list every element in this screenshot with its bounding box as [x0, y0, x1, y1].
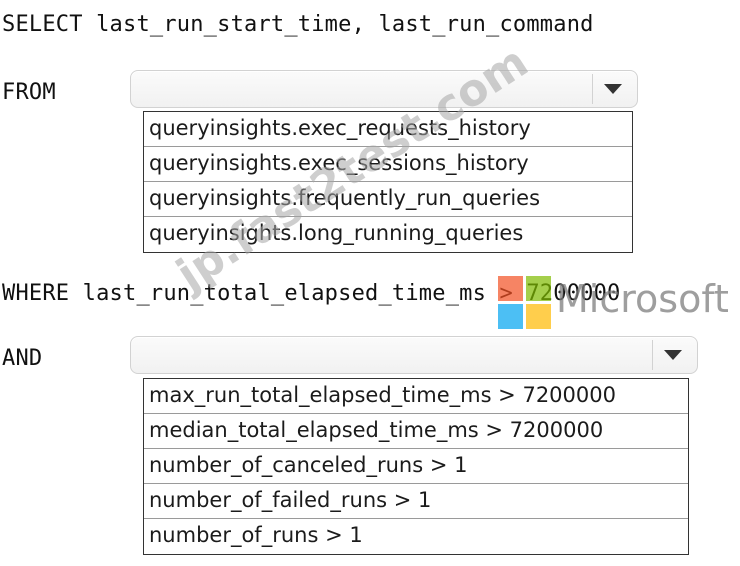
logo-square-blue [498, 304, 523, 329]
select-clause: SELECT last_run_start_time, last_run_com… [2, 12, 594, 37]
from-option-frequently-run-queries[interactable]: queryinsights.frequently_run_queries [144, 182, 632, 217]
and-dropdown-toggle[interactable] [652, 340, 693, 370]
from-option-exec-requests-history[interactable]: queryinsights.exec_requests_history [144, 112, 632, 147]
and-option-median-total-elapsed[interactable]: median_total_elapsed_time_ms > 7200000 [144, 414, 688, 449]
and-option-max-run-total-elapsed[interactable]: max_run_total_elapsed_time_ms > 7200000 [144, 379, 688, 414]
from-label: FROM [2, 80, 56, 105]
chevron-down-icon [664, 350, 682, 360]
chevron-down-icon [604, 84, 622, 94]
and-dropdown[interactable] [130, 336, 698, 374]
from-option-exec-sessions-history[interactable]: queryinsights.exec_sessions_history [144, 147, 632, 182]
from-options-list: queryinsights.exec_requests_history quer… [143, 111, 633, 253]
where-clause: WHERE last_run_total_elapsed_time_ms > 7… [2, 281, 621, 306]
and-label: AND [2, 346, 43, 371]
logo-square-yellow [526, 304, 551, 329]
and-option-number-of-runs[interactable]: number_of_runs > 1 [144, 519, 688, 554]
and-options-list: max_run_total_elapsed_time_ms > 7200000 … [143, 378, 689, 555]
from-dropdown[interactable] [130, 70, 638, 108]
from-dropdown-toggle[interactable] [592, 74, 633, 104]
and-option-number-of-canceled-runs[interactable]: number_of_canceled_runs > 1 [144, 449, 688, 484]
from-option-long-running-queries[interactable]: queryinsights.long_running_queries [144, 217, 632, 252]
and-option-number-of-failed-runs[interactable]: number_of_failed_runs > 1 [144, 484, 688, 519]
